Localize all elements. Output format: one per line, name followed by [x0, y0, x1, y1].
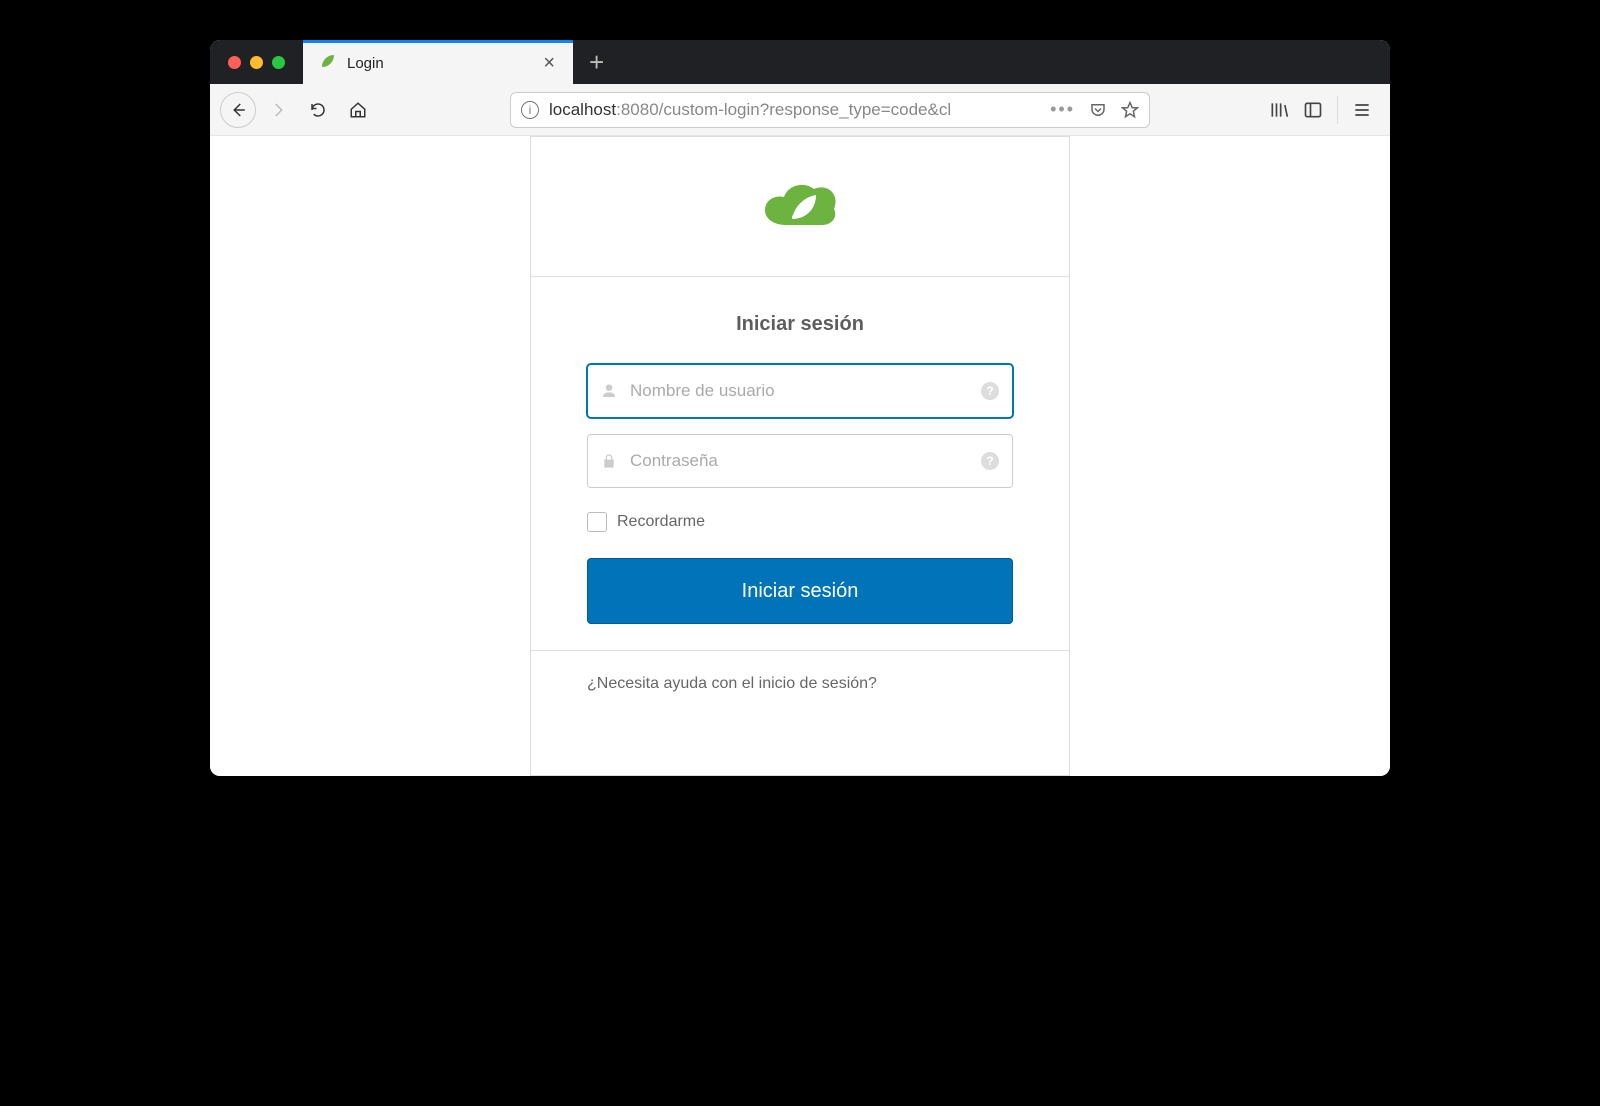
- separator: [1337, 96, 1338, 124]
- remember-row: Recordarme: [587, 512, 1013, 532]
- home-icon: [349, 101, 367, 119]
- url-bar[interactable]: i localhost:8080/custom-login?response_t…: [510, 92, 1150, 128]
- sidebar-icon[interactable]: [1303, 100, 1323, 120]
- remember-label[interactable]: Recordarme: [617, 513, 705, 531]
- user-icon: [601, 383, 617, 399]
- new-tab-button[interactable]: +: [573, 40, 620, 84]
- url-actions: •••: [1050, 99, 1139, 120]
- page-actions-icon[interactable]: •••: [1050, 99, 1075, 120]
- login-logo-area: [531, 137, 1069, 277]
- window-controls: [210, 40, 303, 84]
- tabs-bar: Login × +: [210, 40, 1390, 84]
- home-button[interactable]: [340, 92, 376, 128]
- site-info-icon[interactable]: i: [521, 101, 539, 119]
- login-submit-button[interactable]: Iniciar sesión: [587, 558, 1013, 624]
- page-content: Iniciar sesión ? ?: [210, 136, 1390, 776]
- username-help-icon[interactable]: ?: [981, 382, 999, 400]
- tab-login[interactable]: Login ×: [303, 40, 573, 84]
- bookmark-star-icon[interactable]: [1121, 101, 1139, 119]
- browser-window: Login × + i localhost:8080/custom-login?…: [210, 40, 1390, 776]
- username-input[interactable]: [587, 364, 1013, 418]
- reload-button[interactable]: [300, 92, 336, 128]
- spring-cloud-logo-icon: [758, 177, 842, 237]
- back-button[interactable]: [220, 92, 256, 128]
- minimize-window-button[interactable]: [250, 56, 263, 69]
- library-icon[interactable]: [1269, 100, 1289, 120]
- maximize-window-button[interactable]: [272, 56, 285, 69]
- login-card: Iniciar sesión ? ?: [530, 136, 1070, 776]
- menu-icon[interactable]: [1352, 100, 1372, 120]
- login-heading: Iniciar sesión: [587, 313, 1013, 336]
- login-form: Iniciar sesión ? ?: [531, 277, 1069, 651]
- toolbar: i localhost:8080/custom-login?response_t…: [210, 84, 1390, 136]
- tab-title: Login: [347, 55, 529, 72]
- remember-checkbox[interactable]: [587, 512, 607, 532]
- login-footer: ¿Necesita ayuda con el inicio de sesión?: [531, 651, 1069, 717]
- arrow-right-icon: [269, 101, 287, 119]
- url-text: localhost:8080/custom-login?response_typ…: [549, 100, 1040, 120]
- password-field-wrapper: ?: [587, 434, 1013, 488]
- forward-button[interactable]: [260, 92, 296, 128]
- reload-icon: [309, 101, 327, 119]
- arrow-left-icon: [229, 101, 247, 119]
- toolbar-right: [1269, 96, 1380, 124]
- login-help-link[interactable]: ¿Necesita ayuda con el inicio de sesión?: [587, 675, 877, 692]
- password-input[interactable]: [587, 434, 1013, 488]
- pocket-icon[interactable]: [1089, 101, 1107, 119]
- lock-icon: [601, 453, 617, 469]
- password-help-icon[interactable]: ?: [981, 452, 999, 470]
- spring-favicon-icon: [319, 52, 337, 75]
- tab-close-icon[interactable]: ×: [539, 50, 559, 77]
- close-window-button[interactable]: [228, 56, 241, 69]
- username-field-wrapper: ?: [587, 364, 1013, 418]
